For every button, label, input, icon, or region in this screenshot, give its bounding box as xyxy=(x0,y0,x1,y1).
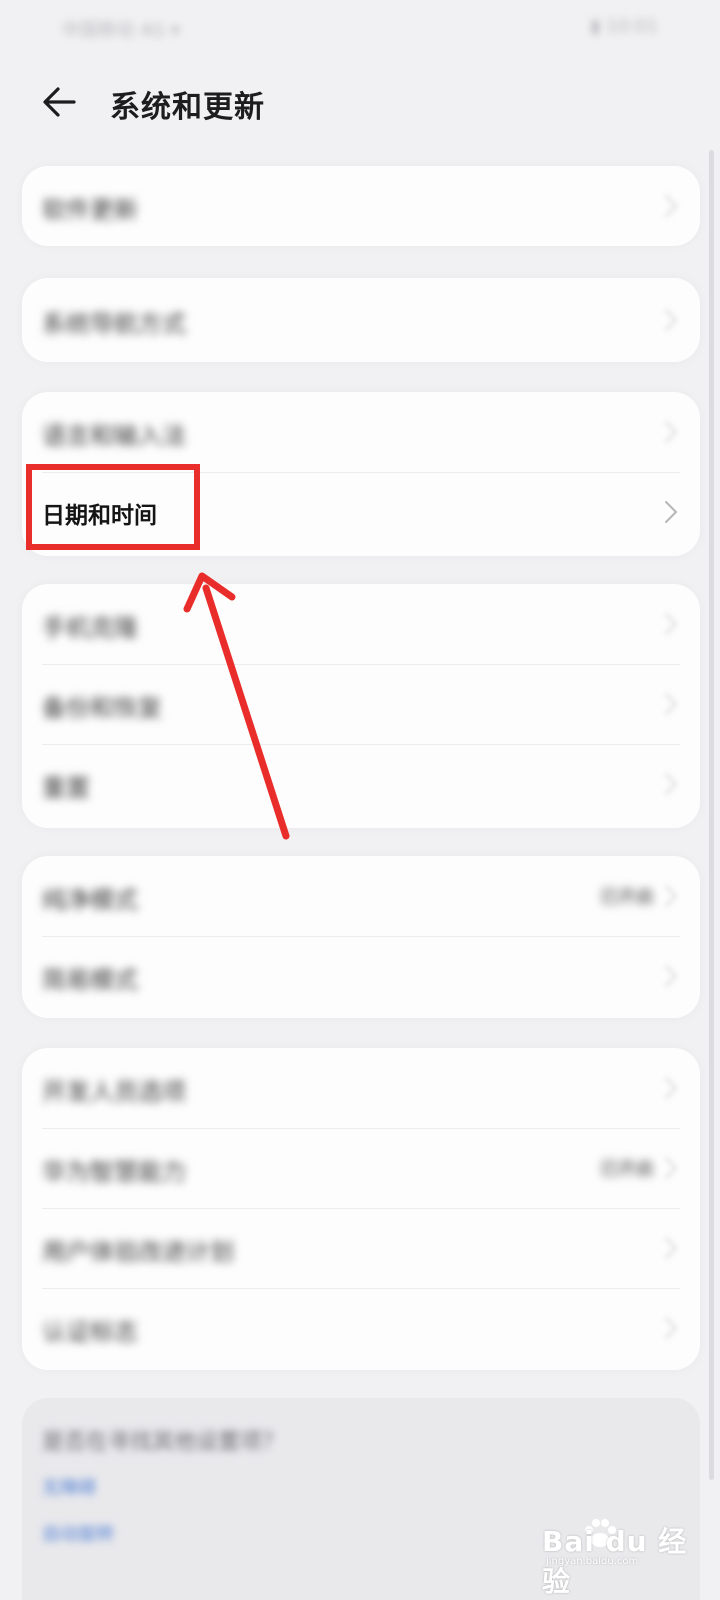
page-title: 系统和更新 xyxy=(110,90,265,125)
row-simple-mode[interactable]: 简易模式 xyxy=(22,936,700,1016)
watermark-url: jingyan.baidu.com xyxy=(546,1556,639,1567)
row-label: 华为智慧能力 xyxy=(42,1158,186,1186)
row-label: 软件更新 xyxy=(42,196,138,224)
carrier-signal-text: 中国移动 4G ▾ xyxy=(62,20,180,41)
chevron-right-icon xyxy=(665,965,678,987)
row-label: 纯净模式 xyxy=(42,886,138,914)
row-developer-options[interactable]: 开发人员选项 xyxy=(22,1048,700,1128)
row-label: 语言和输入法 xyxy=(42,422,186,450)
row-system-navigation[interactable]: 系统导航方式 xyxy=(22,280,700,360)
link-accessibility[interactable]: 无障碍 xyxy=(42,1474,96,1500)
row-huawei-intelligence[interactable]: 华为智慧能力 已开启 xyxy=(22,1128,700,1208)
row-phone-clone[interactable]: 手机克隆 xyxy=(22,584,700,664)
row-label: 用户体验改进计划 xyxy=(42,1238,234,1266)
chevron-right-icon xyxy=(665,1077,678,1099)
chevron-right-icon xyxy=(665,613,678,635)
header: 系统和更新 xyxy=(0,70,720,134)
row-value: 已开启 xyxy=(600,887,654,908)
chevron-right-icon xyxy=(665,1157,678,1179)
link-auto-rotate[interactable]: 自动旋转 xyxy=(42,1520,114,1546)
highlight-box-annotation xyxy=(26,464,200,550)
back-arrow-icon xyxy=(43,87,76,117)
settings-group-navigation: 系统导航方式 xyxy=(22,278,700,362)
scrollbar[interactable] xyxy=(709,150,714,1480)
row-reset[interactable]: 重置 xyxy=(22,744,700,824)
row-label: 系统导航方式 xyxy=(42,310,186,338)
chevron-right-icon xyxy=(665,1317,678,1339)
row-label: 手机克隆 xyxy=(42,614,138,642)
row-certification-logo[interactable]: 认证标志 xyxy=(22,1288,700,1368)
chevron-right-icon xyxy=(665,501,678,523)
settings-group-backup: 手机克隆 备份和恢复 重置 xyxy=(22,584,700,828)
chevron-right-icon xyxy=(665,1237,678,1259)
suggestion-question: 是否在寻找其他设置项？ xyxy=(42,1430,285,1455)
row-software-update[interactable]: 软件更新 xyxy=(22,166,700,246)
row-value: 已开启 xyxy=(600,1159,654,1180)
row-backup-restore[interactable]: 备份和恢复 xyxy=(22,664,700,744)
chevron-right-icon xyxy=(665,421,678,443)
status-bar: 中国移动 4G ▾ ▮ 10:01 xyxy=(0,0,720,60)
chevron-right-icon xyxy=(665,773,678,795)
back-button[interactable] xyxy=(36,78,84,126)
row-label: 简易模式 xyxy=(42,966,138,994)
row-user-experience[interactable]: 用户体验改进计划 xyxy=(22,1208,700,1288)
row-language-input[interactable]: 语言和输入法 xyxy=(22,392,700,472)
row-label: 认证标志 xyxy=(42,1318,138,1346)
row-pure-mode[interactable]: 纯净模式 已开启 xyxy=(22,856,700,936)
settings-group-update: 软件更新 xyxy=(22,166,700,246)
row-label: 开发人员选项 xyxy=(42,1078,186,1106)
settings-group-developer: 开发人员选项 华为智慧能力 已开启 用户体验改进计划 认证标志 xyxy=(22,1048,700,1370)
row-label: 重置 xyxy=(42,774,90,802)
chevron-right-icon xyxy=(665,309,678,331)
chevron-right-icon xyxy=(665,693,678,715)
battery-time-text: ▮ 10:01 xyxy=(590,16,659,37)
chevron-right-icon xyxy=(665,885,678,907)
settings-group-modes: 纯净模式 已开启 简易模式 xyxy=(22,856,700,1018)
baidu-jingyan-watermark: Bai du 经验 jingyan.baidu.com xyxy=(540,1512,690,1598)
row-label: 备份和恢复 xyxy=(42,694,162,722)
chevron-right-icon xyxy=(665,195,678,217)
